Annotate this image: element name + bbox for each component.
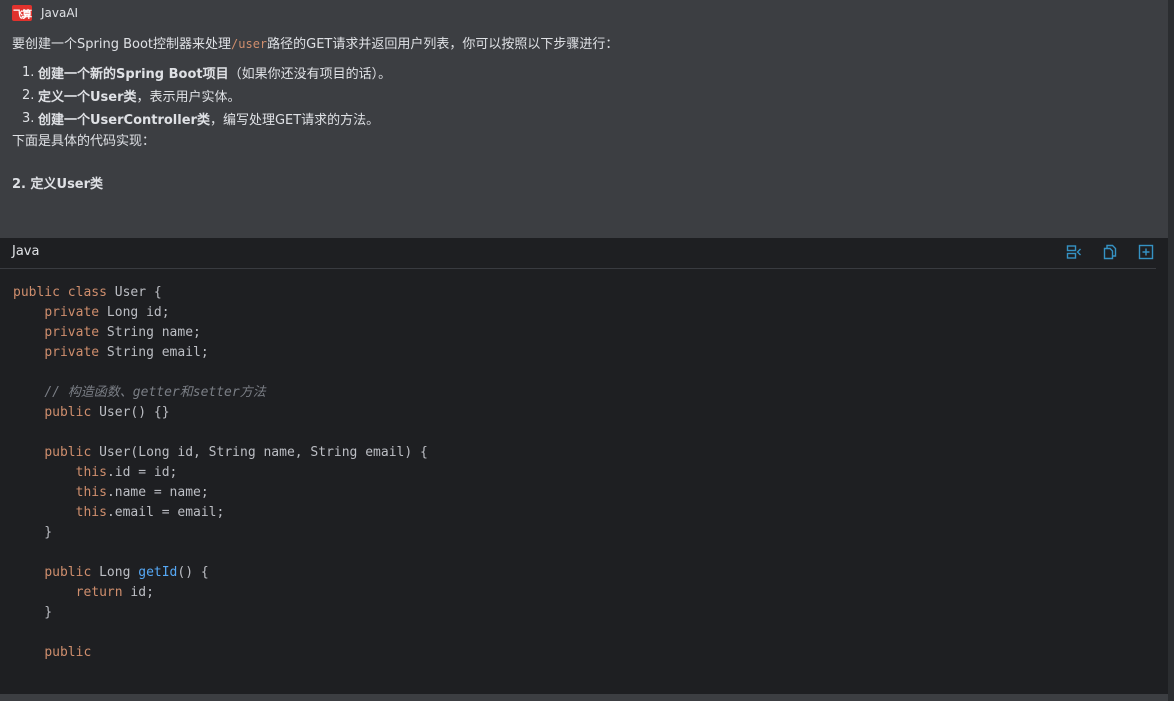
- steps-list: 1. 创建一个新的Spring Boot项目 （如果你还没有项目的话）。 2. …: [22, 61, 391, 130]
- code-keyword: return: [75, 585, 123, 600]
- list-item: 3. 创建一个UserController类 ，编写处理GET请求的方法。: [22, 107, 391, 130]
- code-keyword: this: [75, 485, 107, 500]
- code-text: () {: [177, 565, 209, 580]
- horizontal-scrollbar[interactable]: [0, 694, 1168, 701]
- code-text: .id = id;: [106, 465, 178, 480]
- intro-after: 路径的GET请求并返回用户列表，你可以按照以下步骤进行：: [267, 37, 619, 52]
- step-title: 定义一个User类: [38, 90, 137, 105]
- assistant-message: 飞算 JavaAI 要创建一个Spring Boot控制器来处理/user路径的…: [0, 0, 1168, 238]
- code-line: public User() {}: [13, 403, 428, 423]
- code-keyword: public: [13, 285, 60, 300]
- code-text: .email = email;: [106, 505, 225, 520]
- code-keyword: public: [44, 445, 92, 460]
- list-item: 2. 定义一个User类 ，表示用户实体。: [22, 84, 391, 107]
- code-text: id;: [122, 585, 154, 600]
- code-keyword: this: [75, 465, 107, 480]
- step-detail: ，编写处理GET请求的方法。: [209, 113, 380, 128]
- copy-icon: [1102, 244, 1118, 260]
- code-line: this.email = email;: [13, 503, 428, 523]
- code-text: User {: [106, 285, 162, 300]
- code-keyword: public: [44, 565, 92, 580]
- message-header: 飞算 JavaAI: [12, 4, 78, 22]
- intro-text: 要创建一个Spring Boot控制器来处理/user路径的GET请求并返回用户…: [12, 33, 618, 52]
- step-number: 1.: [22, 65, 35, 80]
- code-line: // 构造函数、getter和setter方法: [13, 383, 428, 403]
- code-line: public User(Long id, String name, String…: [13, 443, 428, 463]
- insert-code-button[interactable]: [1066, 244, 1082, 260]
- code-text: String name;: [99, 325, 201, 340]
- code-text: }: [13, 525, 53, 540]
- assistant-name: JavaAI: [41, 6, 79, 20]
- code-comment: // 构造函数、getter和setter方法: [44, 385, 266, 400]
- code-line: return id;: [13, 583, 428, 603]
- section-heading: 2. 定义User类: [12, 177, 104, 192]
- code-text: User() {}: [91, 405, 170, 420]
- code-content: public class User { private Long id; pri…: [13, 283, 428, 663]
- code-line: private Long id;: [13, 303, 428, 323]
- code-function-name: getId: [138, 565, 178, 580]
- code-keyword: public: [44, 645, 92, 660]
- code-keyword: private: [44, 345, 100, 360]
- code-line: public class User {: [13, 283, 428, 303]
- code-language-label: Java: [12, 244, 40, 259]
- list-item: 1. 创建一个新的Spring Boot项目 （如果你还没有项目的话）。: [22, 61, 391, 84]
- code-text: Long id;: [99, 305, 170, 320]
- code-text: }: [13, 605, 53, 620]
- new-file-icon: [1138, 244, 1154, 260]
- outro-text: 下面是具体的代码实现：: [12, 134, 156, 149]
- insert-code-icon: [1066, 244, 1082, 260]
- step-title: 创建一个新的Spring Boot项目: [38, 67, 229, 82]
- code-line: private String name;: [13, 323, 428, 343]
- logo-text: 飞算: [13, 9, 32, 21]
- code-block-header: Java: [0, 238, 1156, 269]
- code-text: User(Long id, String name, String email)…: [91, 445, 428, 460]
- code-line: }: [13, 523, 428, 543]
- vertical-scrollbar[interactable]: [1168, 0, 1174, 701]
- code-keyword: this: [75, 505, 107, 520]
- step-title: 创建一个UserController类: [38, 113, 210, 128]
- code-text: String email;: [99, 345, 209, 360]
- step-number: 3.: [22, 111, 35, 126]
- step-number: 2.: [22, 88, 35, 103]
- step-detail: ，表示用户实体。: [136, 90, 241, 105]
- code-line: this.name = name;: [13, 483, 428, 503]
- app-logo: 飞算: [12, 5, 32, 21]
- code-line: this.id = id;: [13, 463, 428, 483]
- step-detail: （如果你还没有项目的话）。: [228, 67, 392, 82]
- code-keyword: private: [44, 305, 100, 320]
- code-line: private String email;: [13, 343, 428, 363]
- inline-code-path: /user: [231, 37, 268, 51]
- code-keyword: class: [67, 285, 107, 300]
- code-keyword: private: [44, 325, 100, 340]
- code-line: public: [13, 643, 428, 663]
- code-block: Java public class User {private Long id…: [0, 238, 1168, 694]
- copy-button[interactable]: [1102, 244, 1118, 260]
- chat-window: 飞算 JavaAI 要创建一个Spring Boot控制器来处理/user路径的…: [0, 0, 1174, 701]
- new-file-button[interactable]: [1138, 244, 1154, 260]
- code-line: }: [13, 603, 428, 623]
- code-keyword: public: [44, 405, 92, 420]
- intro-before: 要创建一个Spring Boot控制器来处理: [12, 37, 232, 52]
- code-text: .name = name;: [106, 485, 209, 500]
- code-line: public Long getId() {: [13, 563, 428, 583]
- code-text: Long: [91, 565, 139, 580]
